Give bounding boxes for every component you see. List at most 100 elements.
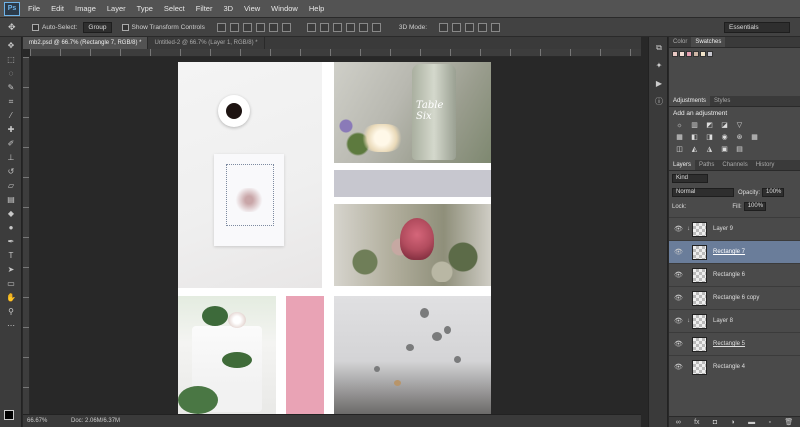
foreground-color-swatch[interactable] <box>4 410 14 420</box>
dodge-tool-icon[interactable]: ● <box>4 223 18 232</box>
layer-row-layer-9[interactable]: 👁 ↓ Layer 9 <box>669 217 800 240</box>
menu-edit[interactable]: Edit <box>51 4 64 13</box>
tab-paths[interactable]: Paths <box>695 160 718 170</box>
align-center-icon[interactable] <box>268 22 278 32</box>
menu-layer[interactable]: Layer <box>107 4 126 13</box>
layer-filter-kind[interactable]: Kind <box>672 174 708 183</box>
history-panel-icon[interactable]: ⧉ <box>653 43 665 53</box>
swatch[interactable] <box>693 51 699 57</box>
posterize-icon[interactable]: ◭ <box>690 146 699 154</box>
auto-select-checkbox[interactable] <box>32 23 39 31</box>
menu-image[interactable]: Image <box>75 4 96 13</box>
photo-filter-icon[interactable]: ◉ <box>720 134 729 142</box>
brightness-icon[interactable]: ☼ <box>675 122 684 130</box>
layer-row-layer-8[interactable]: 👁 ↓ Layer 8 <box>669 309 800 332</box>
tab-styles[interactable]: Styles <box>710 96 734 106</box>
swatch[interactable] <box>700 51 706 57</box>
layer-row-rectangle-4[interactable]: 👁 Rectangle 4 <box>669 355 800 378</box>
tab-untitled-2[interactable]: Untitled-2 @ 66.7% (Layer 1, RGB/8) * <box>148 37 265 49</box>
visibility-eye-icon[interactable]: 👁 <box>674 248 684 256</box>
visibility-eye-icon[interactable]: 👁 <box>674 340 684 348</box>
actions-panel-icon[interactable]: ▶ <box>653 79 665 89</box>
menu-filter[interactable]: Filter <box>196 4 213 13</box>
menu-type[interactable]: Type <box>137 4 153 13</box>
color-lookup-icon[interactable]: ▦ <box>750 134 759 142</box>
path-select-tool-icon[interactable]: ➤ <box>4 265 18 274</box>
color-balance-icon[interactable]: ◧ <box>690 134 699 142</box>
move-tool-icon[interactable]: ✥ <box>8 21 22 33</box>
show-transform-checkbox[interactable] <box>121 23 129 31</box>
threshold-icon[interactable]: ◮ <box>705 146 714 154</box>
3d-drag-icon[interactable] <box>465 22 475 32</box>
document-canvas[interactable]: Table Six <box>178 62 491 414</box>
menu-select[interactable]: Select <box>164 4 185 13</box>
marquee-tool-icon[interactable]: ⬚ <box>4 55 18 64</box>
properties-panel-icon[interactable]: ✦ <box>653 61 665 71</box>
align-middle-icon[interactable] <box>229 22 239 32</box>
layer-row-rectangle-5[interactable]: 👁 Rectangle 5 <box>669 332 800 355</box>
healing-brush-tool-icon[interactable]: ✚ <box>4 125 18 134</box>
layer-row-rectangle-6[interactable]: 👁 Rectangle 6 <box>669 263 800 286</box>
levels-icon[interactable]: ▥ <box>690 122 699 130</box>
visibility-eye-icon[interactable]: 👁 <box>674 225 684 233</box>
brush-tool-icon[interactable]: ✐ <box>4 139 18 148</box>
lasso-tool-icon[interactable]: ◌ <box>4 69 18 78</box>
new-adjustment-icon[interactable]: ◑ <box>731 419 735 426</box>
layer-row-rectangle-6-copy[interactable]: 👁 Rectangle 6 copy <box>669 286 800 309</box>
swatch[interactable] <box>686 51 692 57</box>
pen-tool-icon[interactable]: ✒ <box>4 237 18 246</box>
distribute-top-icon[interactable] <box>306 22 316 32</box>
workspace-select[interactable]: Essentials <box>724 22 790 33</box>
layer-style-icon[interactable]: fx <box>694 419 699 426</box>
tab-adjustments[interactable]: Adjustments <box>669 96 711 106</box>
menu-file[interactable]: File <box>28 4 40 13</box>
move-tool-icon[interactable]: ✥ <box>4 41 18 50</box>
eyedropper-tool-icon[interactable]: ⁄ <box>4 111 18 120</box>
swatch[interactable] <box>707 51 713 57</box>
crop-tool-icon[interactable]: ⌗ <box>4 97 18 106</box>
blur-tool-icon[interactable]: ◆ <box>4 209 18 218</box>
channel-mixer-icon[interactable]: ⊛ <box>735 134 744 142</box>
gradient-tool-icon[interactable]: ▤ <box>4 195 18 204</box>
link-layers-icon[interactable]: ∞ <box>676 419 681 426</box>
visibility-eye-icon[interactable]: 👁 <box>674 363 684 371</box>
swatch[interactable] <box>672 51 678 57</box>
black-white-icon[interactable]: ◨ <box>705 134 714 142</box>
new-group-icon[interactable]: ▬ <box>748 419 755 426</box>
clone-stamp-tool-icon[interactable]: ⊥ <box>4 153 18 162</box>
distribute-right-icon[interactable] <box>371 22 381 32</box>
blend-mode-select[interactable]: Normal <box>672 188 734 197</box>
distribute-middle-icon[interactable] <box>319 22 329 32</box>
visibility-eye-icon[interactable]: 👁 <box>674 294 684 302</box>
history-brush-tool-icon[interactable]: ↺ <box>4 167 18 176</box>
visibility-eye-icon[interactable]: 👁 <box>674 271 684 279</box>
type-tool-icon[interactable]: T <box>4 251 18 260</box>
align-bottom-icon[interactable] <box>242 22 252 32</box>
canvas-workspace[interactable]: Table Six <box>30 57 641 414</box>
visibility-eye-icon[interactable]: 👁 <box>674 317 684 325</box>
hue-saturation-icon[interactable]: ▦ <box>675 134 684 142</box>
layer-row-rectangle-7[interactable]: 👁 Rectangle 7 <box>669 240 800 263</box>
exposure-icon[interactable]: ◪ <box>720 122 729 130</box>
fill-input[interactable]: 100% <box>743 202 766 211</box>
rectangle-tool-icon[interactable]: ▭ <box>4 279 18 288</box>
invert-icon[interactable]: ◫ <box>675 146 684 154</box>
ruler-vertical[interactable] <box>23 57 30 414</box>
add-mask-icon[interactable]: ◘ <box>713 419 717 426</box>
hand-tool-icon[interactable]: ✋ <box>4 293 18 302</box>
delete-layer-icon[interactable]: 🗑 <box>784 418 793 426</box>
tab-history[interactable]: History <box>752 160 779 170</box>
vibrance-icon[interactable]: ▽ <box>735 122 744 130</box>
tab-mb2[interactable]: mb2.psd @ 66.7% (Rectangle 7, RGB/8) * <box>23 37 149 49</box>
3d-roll-icon[interactable] <box>452 22 462 32</box>
swatch[interactable] <box>679 51 685 57</box>
ruler-horizontal[interactable] <box>30 49 641 57</box>
zoom-level[interactable]: 66.67% <box>23 418 63 424</box>
align-top-icon[interactable] <box>216 22 226 32</box>
eraser-tool-icon[interactable]: ▱ <box>4 181 18 190</box>
distribute-bottom-icon[interactable] <box>332 22 342 32</box>
3d-rotate-icon[interactable] <box>439 22 449 32</box>
menu-help[interactable]: Help <box>309 4 324 13</box>
distribute-center-icon[interactable] <box>358 22 368 32</box>
quick-select-tool-icon[interactable]: ✎ <box>4 83 18 92</box>
